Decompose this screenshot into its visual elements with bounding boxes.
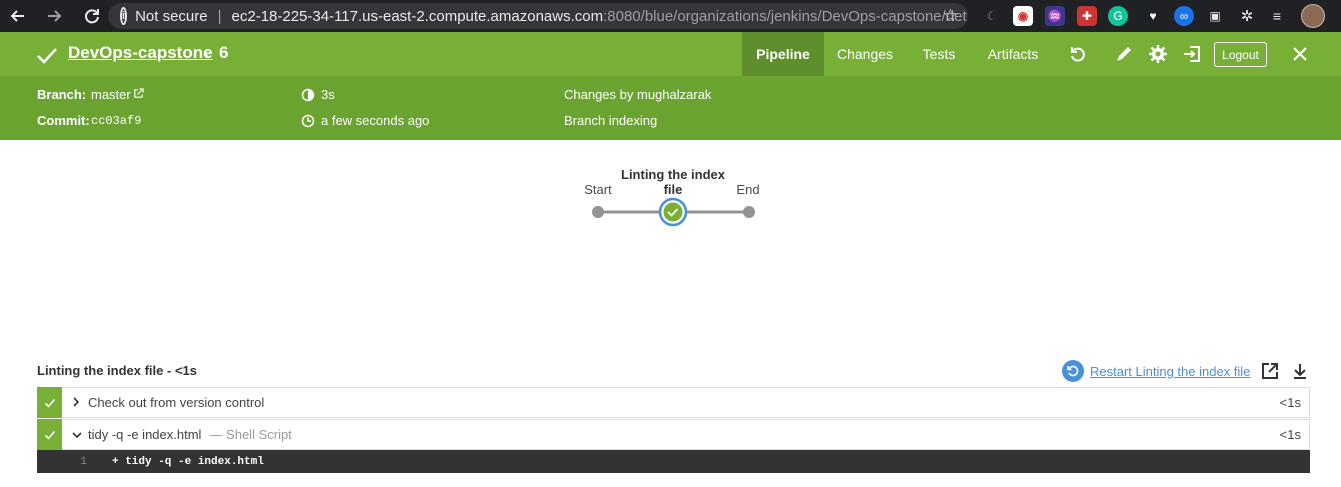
step-duration: <1s	[1279, 395, 1301, 410]
restart-stage-link[interactable]: Restart Linting the index file	[1062, 360, 1250, 382]
step-type: — Shell Script	[209, 427, 292, 442]
restart-stage-label[interactable]: Restart Linting the index file	[1090, 364, 1250, 379]
address-bar[interactable]: i Not secure | ec2-18-225-34-117.us-east…	[108, 3, 968, 29]
puzzle-icon[interactable]: ✲	[1237, 6, 1257, 26]
extension-icon-6[interactable]: ▣	[1205, 6, 1225, 26]
pipeline-graph-svg	[592, 197, 755, 227]
reload-icon[interactable]	[78, 2, 106, 30]
tab-tests[interactable]: Tests	[912, 32, 966, 76]
start-node	[592, 206, 604, 218]
restart-icon[interactable]	[1062, 360, 1084, 382]
pipeline-graph: Start Linting the index file End	[0, 141, 1341, 351]
forward-icon[interactable]	[40, 2, 68, 30]
project-link[interactable]: DevOps-capstone	[68, 43, 213, 63]
duration-icon	[301, 88, 315, 102]
grammarly-icon[interactable]: G	[1108, 6, 1128, 26]
console-line-number[interactable]: 1	[37, 456, 97, 468]
duration-value: 3s	[321, 87, 335, 102]
url-host: ec2-18-225-34-117.us-east-2.compute.amaz…	[231, 7, 604, 25]
console-line-text: + tidy -q -e index.html	[112, 455, 264, 468]
step-row[interactable]: tidy -q -e index.html — Shell Script <1s	[37, 419, 1310, 450]
changes-by: Changes by mughalzarak	[564, 87, 712, 102]
step-name: tidy -q -e index.html	[88, 427, 202, 442]
download-icon[interactable]	[1291, 362, 1309, 380]
run-cause: Branch indexing	[564, 113, 658, 128]
open-classic-icon[interactable]	[1182, 44, 1202, 64]
run-metadata: Branch: master Commit: cc03af9 3s a few …	[0, 76, 1341, 140]
stage-node-success[interactable]	[663, 202, 683, 222]
tab-artifacts[interactable]: Artifacts	[978, 32, 1048, 76]
chevron-down-icon[interactable]	[72, 428, 82, 442]
time-ago: a few seconds ago	[321, 113, 430, 128]
info-icon[interactable]: i	[120, 7, 128, 25]
external-link-icon[interactable]	[133, 88, 144, 99]
logout-button[interactable]: Logout	[1214, 42, 1267, 67]
step-success-icon	[37, 419, 62, 450]
gear-icon[interactable]	[1148, 44, 1168, 64]
commit-value: cc03af9	[91, 114, 142, 128]
back-icon[interactable]	[4, 2, 32, 30]
clock-icon	[301, 114, 315, 128]
url-separator: |	[217, 7, 222, 25]
tab-changes[interactable]: Changes	[830, 32, 900, 76]
extension-icon-4[interactable]: ♥	[1143, 6, 1163, 26]
run-number: 6	[219, 43, 229, 62]
console-log: 1 + tidy -q -e index.html	[37, 450, 1310, 473]
avatar[interactable]	[1301, 4, 1325, 28]
browser-toolbar: i Not secure | ec2-18-225-34-117.us-east…	[0, 0, 1341, 32]
extension-icon[interactable]: ☾	[982, 6, 1002, 26]
bookmark-star-icon[interactable]: ☆	[943, 6, 958, 26]
step-name: Check out from version control	[88, 395, 265, 410]
extension-icon-3[interactable]: ✚	[1077, 6, 1097, 26]
step-duration: <1s	[1279, 427, 1301, 442]
extension-icon-5[interactable]: ∞	[1174, 6, 1194, 26]
chevron-right-icon[interactable]	[72, 396, 82, 410]
end-node	[743, 206, 755, 218]
success-check-icon	[37, 48, 57, 64]
commit-label: Commit:	[37, 113, 90, 128]
stage-detail-title: Linting the index file - <1s	[37, 363, 197, 378]
step-success-icon	[37, 387, 62, 418]
branch-value[interactable]: master	[91, 87, 131, 102]
pocket-extension-icon[interactable]: ◉	[1013, 6, 1033, 26]
tab-pipeline[interactable]: Pipeline	[742, 32, 824, 76]
security-label: Not secure	[135, 7, 208, 25]
url-path: :8080/blue/organizations/jenkins/DevOps-…	[603, 7, 968, 25]
step-row[interactable]: Check out from version control <1s	[37, 387, 1310, 418]
edit-pencil-icon[interactable]	[1114, 44, 1134, 64]
open-in-new-icon[interactable]	[1261, 362, 1279, 380]
close-icon[interactable]	[1290, 44, 1310, 64]
extension-icon-2[interactable]: ♒	[1045, 6, 1065, 26]
rerun-icon[interactable]	[1068, 44, 1088, 64]
media-icon[interactable]: ≡	[1267, 6, 1287, 26]
run-header: DevOps-capstone ‹ 6 Pipeline Changes Tes…	[0, 32, 1341, 76]
branch-label: Branch:	[37, 87, 87, 102]
chevron-left-icon: ‹	[203, 42, 209, 62]
